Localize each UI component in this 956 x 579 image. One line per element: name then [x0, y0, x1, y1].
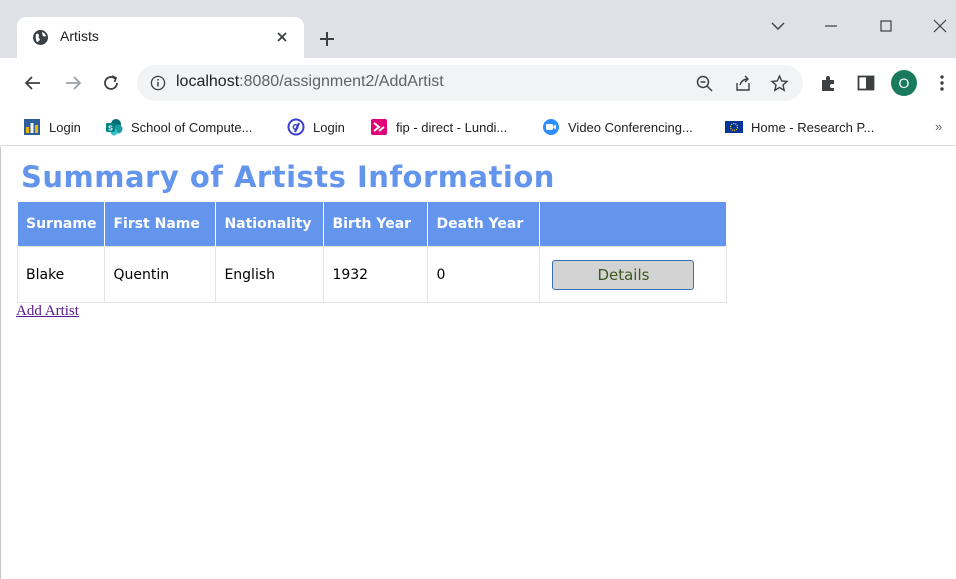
address-bar[interactable]: localhost:8080/assignment2/AddArtist [137, 65, 803, 101]
eu-flag-icon [725, 121, 743, 133]
header-actions [539, 201, 728, 247]
reload-icon[interactable] [99, 71, 123, 95]
header-birth-year: Birth Year [323, 201, 429, 247]
tab-artists[interactable]: Artists [17, 17, 304, 58]
cell-surname: Blake [16, 246, 106, 303]
bookmark-video-conferencing[interactable]: Video Conferencing... [542, 116, 693, 138]
page-title: Summary of Artists Information [21, 160, 555, 194]
circled-at-icon [287, 118, 305, 136]
window-close-icon[interactable] [926, 12, 954, 40]
cell-birth-year: 1932 [323, 246, 429, 303]
artists-table: Surname First Name Nationality Birth Yea… [16, 201, 728, 303]
bookmark-home-research[interactable]: Home - Research P... [725, 116, 874, 138]
tab-strip: Artists [0, 0, 956, 58]
svg-text:S: S [108, 125, 113, 132]
sharepoint-icon: S [106, 119, 123, 136]
bookmark-school-of-computing[interactable]: S School of Compute... [105, 116, 252, 138]
bookmark-login-1[interactable]: Login [23, 116, 81, 138]
forward-arrow-icon[interactable] [61, 71, 85, 95]
maximize-icon[interactable] [872, 12, 900, 40]
header-death-year: Death Year [427, 201, 541, 247]
add-artist-link[interactable]: Add Artist [16, 303, 79, 320]
kebab-menu-icon[interactable] [931, 72, 953, 94]
header-surname: Surname [16, 201, 106, 247]
new-tab-plus-icon[interactable] [316, 28, 338, 50]
page-viewport: Summary of Artists Information Surname F… [0, 147, 956, 579]
close-icon[interactable] [271, 26, 293, 48]
cell-nationality: English [215, 246, 325, 303]
zoom-icon [543, 119, 559, 135]
more-bookmarks-chevron[interactable]: » [935, 119, 942, 134]
back-arrow-icon[interactable] [21, 71, 45, 95]
side-panel-icon[interactable] [855, 72, 877, 94]
table-row: Blake Quentin English 1932 0 Details [16, 246, 728, 303]
cell-death-year: 0 [427, 246, 541, 303]
extensions-puzzle-icon[interactable] [818, 72, 840, 94]
bookmark-star-icon[interactable] [770, 74, 789, 93]
fip-icon [371, 119, 387, 135]
header-nationality: Nationality [215, 201, 325, 247]
tab-search-chevron-icon[interactable] [764, 12, 792, 40]
table-header-row: Surname First Name Nationality Birth Yea… [16, 201, 728, 247]
cell-actions: Details [539, 246, 728, 303]
share-icon[interactable] [734, 74, 753, 93]
info-icon[interactable] [150, 75, 166, 91]
bookmark-login-2[interactable]: Login [287, 116, 345, 138]
profile-avatar[interactable]: O [891, 70, 917, 96]
bookmark-fip-direct[interactable]: fip - direct - Lundi... [370, 116, 507, 138]
gmail-grid-icon [24, 119, 40, 135]
details-button[interactable]: Details [552, 259, 695, 290]
header-first-name: First Name [104, 201, 217, 247]
url-text: localhost:8080/assignment2/AddArtist [176, 73, 444, 90]
tab-title: Artists [60, 28, 99, 44]
browser-chrome: Artists localhost:8080/assignment2/AddAr… [0, 0, 956, 147]
zoom-out-icon[interactable] [695, 74, 714, 93]
minimize-icon[interactable] [817, 12, 845, 40]
cell-first-name: Quentin [104, 246, 217, 303]
browser-toolbar: localhost:8080/assignment2/AddArtist O [0, 58, 956, 108]
bookmarks-bar: Login S School of Compute... Login fip -… [0, 108, 956, 146]
globe-icon [33, 30, 48, 45]
